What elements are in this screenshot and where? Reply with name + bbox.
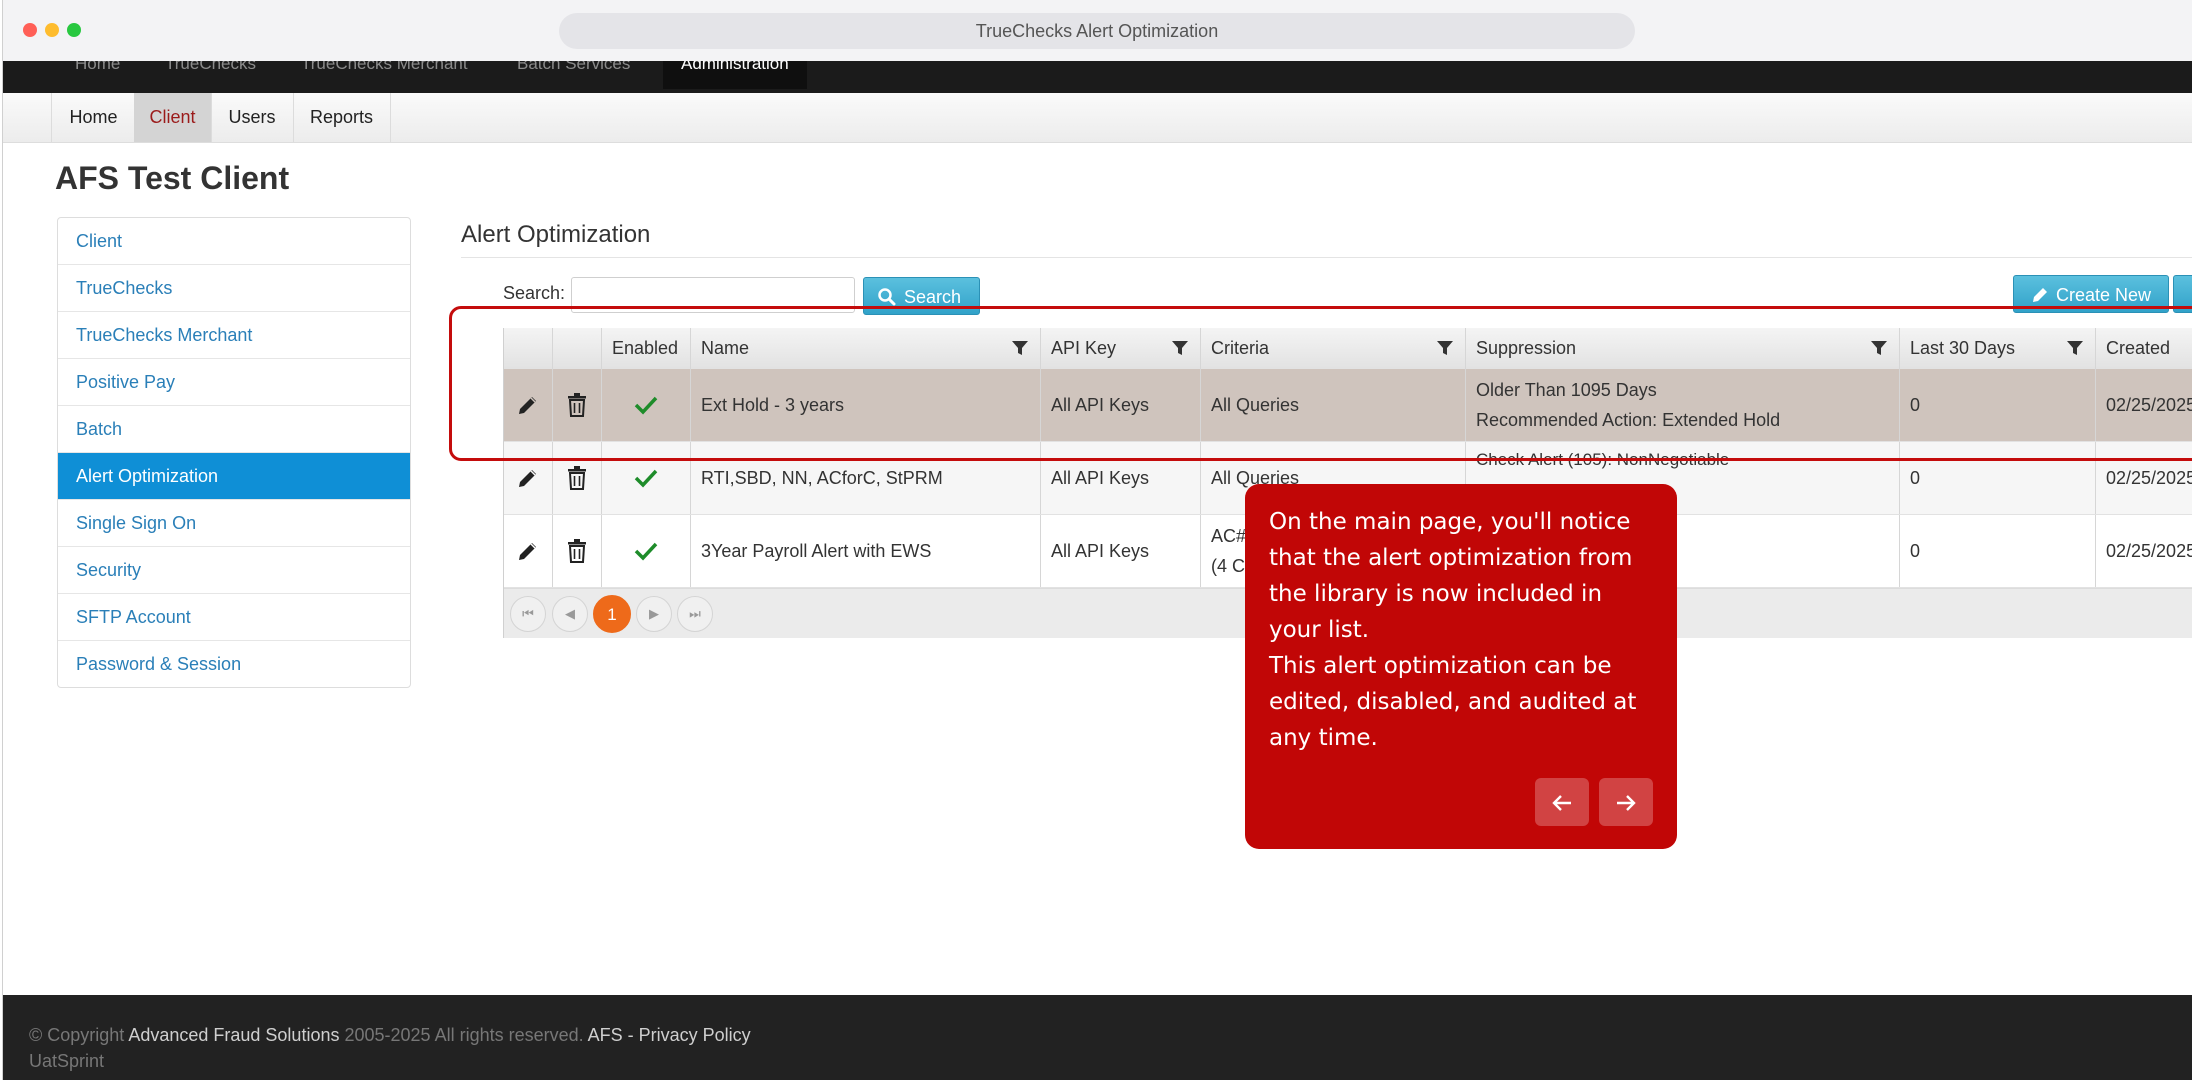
pencil-icon [519,543,536,560]
walkthrough-tooltip: On the main page, you'll notice that the… [1245,484,1677,849]
previous-page-button[interactable]: ◀ [552,596,588,632]
tooltip-text-2: This alert optimization can be edited, d… [1269,653,1637,751]
arrow-left-icon [1552,795,1571,811]
subnav-users[interactable]: Users [211,93,294,142]
sidebar-item-alert-optimization[interactable]: Alert Optimization [58,453,410,500]
sidebar: Client TrueChecks TrueChecks Merchant Po… [57,217,411,688]
sidebar-item-security[interactable]: Security [58,547,410,594]
close-window-button[interactable] [23,23,37,37]
search-button-label: Search [904,287,962,307]
last-page-button[interactable]: ⏭ [677,596,713,632]
privacy-policy-link[interactable]: AFS - Privacy Policy [588,1025,751,1045]
trash-icon [568,539,586,563]
tooltip-next-button[interactable] [1599,778,1653,826]
sidebar-item-positive-pay[interactable]: Positive Pay [58,359,410,406]
section-title: Alert Optimization [461,221,651,248]
arrow-right-icon [1617,795,1636,811]
checkmark-icon [634,542,658,561]
page-button-current[interactable]: 1 [593,595,631,633]
page-title: AFS Test Client [55,160,290,196]
created-cell: 02/25/2025 [2096,515,2192,587]
highlight-frame [449,306,2192,461]
company-link[interactable]: Advanced Fraud Solutions [128,1025,339,1045]
subnav-client[interactable]: Client [134,93,212,142]
last-30-days-cell: 0 [1900,515,2096,587]
address-bar[interactable]: TrueChecks Alert Optimization [559,13,1635,49]
sidebar-item-password-session[interactable]: Password & Session [58,641,410,687]
sidebar-item-truechecks-merchant[interactable]: TrueChecks Merchant [58,312,410,359]
search-label: Search: [503,283,566,303]
sidebar-item-single-sign-on[interactable]: Single Sign On [58,500,410,547]
sub-navigation: Home Client Users Reports [3,93,2192,143]
enabled-cell [602,515,691,587]
topnav-home[interactable]: Home [75,61,120,89]
api-key-cell: All API Keys [1041,515,1201,587]
edit-button[interactable] [504,515,553,587]
minimize-window-button[interactable] [45,23,59,37]
next-page-button[interactable]: ▶ [636,596,672,632]
title-bar: TrueChecks Alert Optimization [3,0,2192,62]
footer-copyright: © Copyright Advanced Fraud Solutions 200… [29,1025,751,1045]
browser-window: TrueChecks Alert Optimization Home TrueC… [2,0,2192,1080]
subnav-reports[interactable]: Reports [293,93,391,142]
sidebar-item-sftp-account[interactable]: SFTP Account [58,594,410,641]
environment-label: UatSprint [29,1051,105,1071]
tooltip-text: On the main page, you'll notice that the… [1269,509,1633,643]
delete-button[interactable] [553,515,602,587]
sidebar-item-client[interactable]: Client [58,218,410,265]
topnav-truechecks-merchant[interactable]: TrueChecks Merchant [301,61,468,89]
trash-icon [568,466,586,490]
footer: © Copyright Advanced Fraud Solutions 200… [3,995,2192,1080]
topnav-batch-services[interactable]: Batch Services [517,61,630,89]
topnav-truechecks[interactable]: TrueChecks [165,61,256,89]
checkmark-icon [634,469,658,488]
pencil-icon [519,470,536,487]
sidebar-item-truechecks[interactable]: TrueChecks [58,265,410,312]
divider [461,257,2192,258]
name-cell: 3Year Payroll Alert with EWS [691,515,1041,587]
tooltip-back-button[interactable] [1535,778,1589,826]
create-new-label: Create New [2056,285,2152,305]
sidebar-item-batch[interactable]: Batch [58,406,410,453]
first-page-button[interactable]: ⏮ [510,596,546,632]
subnav-home[interactable]: Home [51,93,136,142]
maximize-window-button[interactable] [67,23,81,37]
topnav-administration[interactable]: Administration [663,61,807,89]
top-navigation: Home TrueChecks TrueChecks Merchant Batc… [3,61,2192,93]
